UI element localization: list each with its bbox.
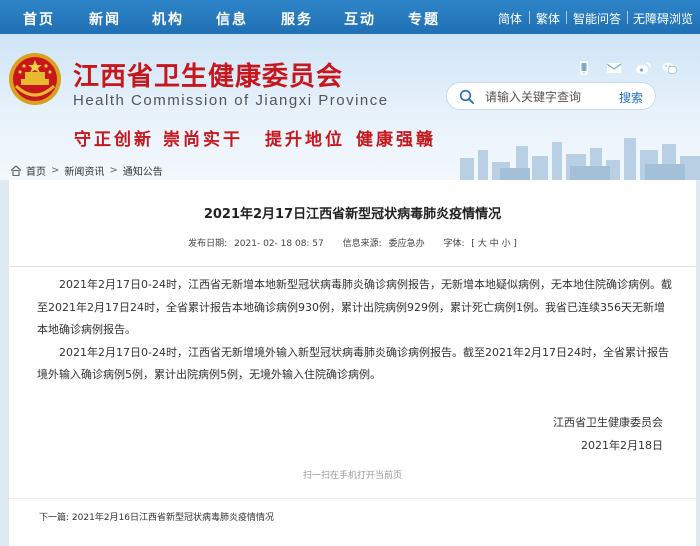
nav-special-topics[interactable]: 专题 bbox=[408, 9, 440, 29]
info-source: 信息来源: 委应急办 bbox=[343, 239, 425, 249]
traditional-chinese-link[interactable]: 繁体 bbox=[536, 10, 560, 27]
nav-home[interactable]: 首页 bbox=[23, 9, 55, 29]
simplified-chinese-link[interactable]: 简体 bbox=[498, 10, 522, 27]
next-article-label: 下一篇: bbox=[39, 513, 70, 523]
mail-icon[interactable] bbox=[606, 61, 622, 75]
national-emblem-logo bbox=[9, 53, 61, 105]
article-paragraph: 2021年2月17日0-24时，江西省无新增境外输入新型冠状病毒肺炎确诊病例报告… bbox=[37, 345, 669, 382]
article-title: 2021年2月17日江西省新型冠状病毒肺炎疫情情况 bbox=[203, 207, 502, 222]
breadcrumb: 首页 > 新闻资讯 > 通知公告 bbox=[10, 162, 163, 178]
search-box: 搜索 bbox=[446, 82, 656, 110]
wechat-icon[interactable] bbox=[662, 61, 678, 75]
slogan-2: 崇尚实干 bbox=[163, 130, 243, 150]
article-paragraph: 2021年2月17日0-24时，江西省无新增本地新型冠状病毒肺炎确诊病例报告，无… bbox=[37, 278, 672, 336]
article-panel: 2021年2月17日江西省新型冠状病毒肺炎疫情情况 发布日期: 2021- 02… bbox=[9, 180, 696, 546]
article-meta: 发布日期: 2021- 02- 18 08: 57 信息来源: 委应急办 字体:… bbox=[9, 236, 696, 249]
nav-interaction[interactable]: 互动 bbox=[344, 9, 376, 29]
footer-divider bbox=[9, 498, 696, 499]
info-source-value: 委应急办 bbox=[388, 239, 425, 249]
font-size-options[interactable]: [ 大 中 小 ] bbox=[471, 239, 516, 249]
slogan-3: 提升地位 bbox=[265, 130, 345, 150]
accessibility-link[interactable]: 无障碍浏览 bbox=[633, 10, 693, 27]
site-title: 江西省卫生健康委员会 bbox=[73, 62, 344, 92]
mobile-icon[interactable] bbox=[576, 61, 592, 75]
publish-date-label: 发布日期: bbox=[188, 239, 228, 249]
util-divider bbox=[529, 11, 530, 24]
slogan-1: 守正创新 bbox=[74, 130, 154, 150]
search-icon[interactable] bbox=[459, 89, 474, 104]
signature-date: 2021年2月18日 bbox=[581, 439, 663, 452]
publish-date-value: 2021- 02- 18 08: 57 bbox=[234, 239, 324, 249]
weibo-icon[interactable] bbox=[635, 61, 651, 75]
util-divider bbox=[566, 11, 567, 24]
breadcrumb-notices[interactable]: 通知公告 bbox=[123, 163, 163, 178]
next-article-link[interactable]: 下一篇: 2021年2月16日江西省新型冠状病毒肺炎疫情情况 bbox=[39, 510, 274, 523]
top-nav: 首页 新闻 机构 信息 服务 互动 专题 简体 繁体 智能问答 无障碍浏览 bbox=[0, 0, 700, 34]
font-size-label: 字体: bbox=[443, 239, 465, 249]
site-subtitle: Health Commission of Jiangxi Province bbox=[73, 92, 389, 109]
qr-scan-hint[interactable]: 扫一扫在手机打开当前页 bbox=[9, 468, 696, 481]
slogan-4: 健康强赣 bbox=[356, 130, 436, 150]
article-body: 2021年2月17日0-24时，江西省无新增本地新型冠状病毒肺炎确诊病例报告，无… bbox=[37, 274, 673, 387]
search-input[interactable] bbox=[485, 87, 615, 106]
util-divider bbox=[627, 11, 628, 24]
header-banner: 江西省卫生健康委员会 Health Commission of Jiangxi … bbox=[0, 34, 700, 180]
city-skyline-image bbox=[460, 138, 700, 180]
search-button[interactable]: 搜索 bbox=[619, 89, 643, 106]
nav-service[interactable]: 服务 bbox=[281, 9, 313, 29]
breadcrumb-home[interactable]: 首页 bbox=[26, 163, 46, 178]
breadcrumb-separator: > bbox=[109, 164, 118, 176]
smart-qa-link[interactable]: 智能问答 bbox=[573, 10, 621, 27]
font-size-control: 字体: [ 大 中 小 ] bbox=[443, 239, 516, 249]
next-article-title[interactable]: 2021年2月16日江西省新型冠状病毒肺炎疫情情况 bbox=[72, 513, 274, 523]
title-divider bbox=[9, 266, 696, 267]
info-source-label: 信息来源: bbox=[342, 239, 382, 249]
nav-news[interactable]: 新闻 bbox=[89, 9, 121, 29]
breadcrumb-separator: > bbox=[51, 164, 60, 176]
publish-date: 发布日期: 2021- 02- 18 08: 57 bbox=[188, 239, 324, 249]
signature-org: 江西省卫生健康委员会 bbox=[553, 416, 663, 429]
home-icon bbox=[10, 164, 22, 176]
nav-organization[interactable]: 机构 bbox=[152, 9, 184, 29]
nav-information[interactable]: 信息 bbox=[216, 9, 248, 29]
breadcrumb-news[interactable]: 新闻资讯 bbox=[64, 163, 104, 178]
